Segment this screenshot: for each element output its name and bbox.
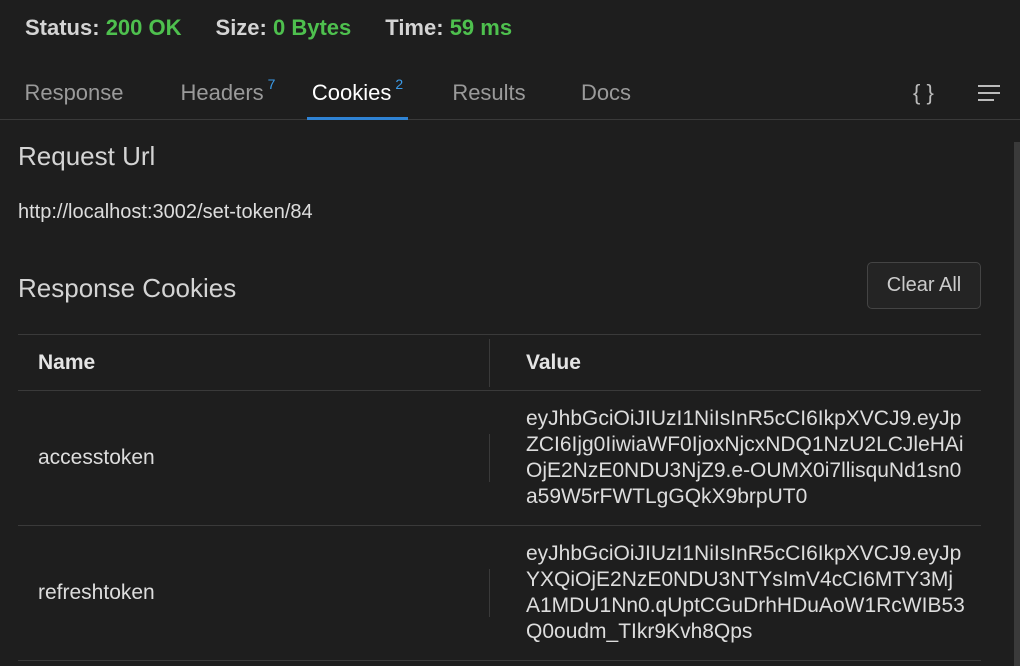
- scrollbar[interactable]: [1014, 142, 1020, 666]
- cookie-value: eyJhbGciOiJIUzI1NiIsInR5cCI6IkpXVCJ9.eyJ…: [526, 407, 964, 508]
- tab-docs[interactable]: Docs: [568, 66, 644, 119]
- hamburger-lines: [978, 84, 1000, 101]
- request-url-heading: Request Url: [18, 141, 156, 171]
- response-size: Size: 0 Bytes: [216, 15, 352, 41]
- tab-headers-badge: 7: [267, 75, 276, 92]
- column-header-value: Value: [526, 350, 581, 374]
- response-tabs: Response Headers 7 Cookies 2 Results Doc…: [0, 66, 1020, 120]
- cookie-name: accesstoken: [38, 446, 155, 469]
- status-label: Status:: [25, 15, 100, 40]
- cookies-table: Name Value accesstoken eyJhbGciOiJIUzI1N…: [18, 334, 981, 661]
- time-value: 59 ms: [449, 15, 513, 40]
- cookie-value: eyJhbGciOiJIUzI1NiIsInR5cCI6IkpXVCJ9.eyJ…: [526, 542, 965, 643]
- table-row: refreshtoken eyJhbGciOiJIUzI1NiIsInR5cCI…: [18, 526, 981, 661]
- response-cookies-heading: Response Cookies: [18, 273, 237, 303]
- braces-icon[interactable]: { }: [913, 66, 934, 119]
- table-row: accesstoken eyJhbGciOiJIUzI1NiIsInR5cCI6…: [18, 391, 981, 526]
- cookie-name: refreshtoken: [38, 581, 155, 604]
- tab-cookies-label: Cookies: [311, 79, 392, 105]
- cookie-value-cell: eyJhbGciOiJIUzI1NiIsInR5cCI6IkpXVCJ9.eyJ…: [490, 391, 981, 525]
- braces-icon-glyph: { }: [913, 79, 934, 105]
- cookie-value-cell: eyJhbGciOiJIUzI1NiIsInR5cCI6IkpXVCJ9.eyJ…: [490, 526, 981, 660]
- tab-response-label: Response: [24, 79, 124, 105]
- status-value: 200 OK: [105, 15, 182, 40]
- tab-cookies[interactable]: Cookies 2: [307, 66, 408, 120]
- column-divider: [489, 569, 490, 617]
- table-header: Name Value: [18, 335, 981, 391]
- menu-icon[interactable]: [978, 66, 1000, 119]
- tab-docs-label: Docs: [580, 79, 632, 105]
- request-url: http://localhost:3002/set-token/84: [18, 201, 313, 223]
- response-time: Time: 59 ms: [385, 15, 512, 41]
- status-bar: Status: 200 OK Size: 0 Bytes Time: 59 ms: [25, 14, 512, 42]
- size-label: Size:: [215, 15, 267, 40]
- status-code: Status: 200 OK: [25, 15, 182, 41]
- tab-results[interactable]: Results: [440, 66, 538, 119]
- time-label: Time:: [385, 15, 444, 40]
- tab-results-label: Results: [452, 79, 526, 105]
- column-divider: [489, 434, 490, 482]
- tab-headers-label: Headers: [180, 79, 264, 105]
- tab-response[interactable]: Response: [14, 66, 134, 119]
- column-header-name: Name: [38, 350, 96, 374]
- size-value: 0 Bytes: [273, 15, 352, 40]
- tab-headers[interactable]: Headers 7: [168, 66, 288, 119]
- column-divider: [489, 339, 490, 387]
- clear-all-button[interactable]: Clear All: [867, 262, 981, 309]
- tab-cookies-badge: 2: [395, 75, 404, 92]
